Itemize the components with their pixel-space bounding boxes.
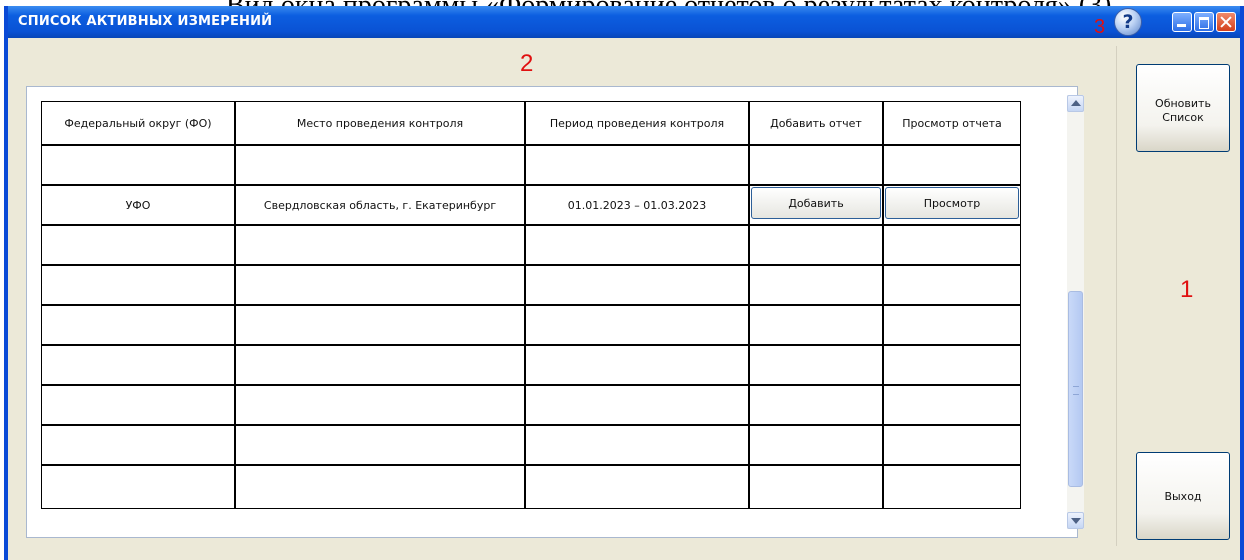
table-cell-empty [41, 425, 235, 465]
add-report-button[interactable]: Добавить [751, 187, 881, 219]
cell-period: 01.01.2023 – 01.03.2023 [525, 185, 749, 225]
column-header-place: Место проведения контроля [235, 101, 525, 145]
table-cell-empty [883, 305, 1021, 345]
column-header-period: Период проведения контроля [525, 101, 749, 145]
cell-add-report: Добавить [749, 185, 883, 225]
table-cell-empty [525, 425, 749, 465]
table-cell-empty [749, 345, 883, 385]
column-header-view-report: Просмотр отчета [883, 101, 1021, 145]
help-icon[interactable]: ? [1114, 8, 1142, 36]
table-cell-empty [235, 425, 525, 465]
column-header-district: Федеральный округ (ФО) [41, 101, 235, 145]
minimize-button[interactable] [1172, 12, 1192, 32]
table-cell-empty [41, 345, 235, 385]
table-cell-empty [749, 265, 883, 305]
table-cell-empty [883, 425, 1021, 465]
scroll-up-arrow-icon[interactable] [1067, 95, 1084, 112]
column-header-add-report: Добавить отчет [749, 101, 883, 145]
cell-place: Свердловская область, г. Екатеринбург [235, 185, 525, 225]
app-window: СПИСОК АКТИВНЫХ ИЗМЕРЕНИЙ ? 3 2 1 Федера… [4, 6, 1244, 560]
table-cell-empty [749, 465, 883, 509]
table-cell-empty [525, 385, 749, 425]
table-cell-empty [41, 145, 235, 185]
cell-view-report: Просмотр [883, 185, 1021, 225]
marker-one: 1 [1180, 276, 1194, 303]
table-cell-empty [235, 265, 525, 305]
table-cell-empty [749, 225, 883, 265]
table-cell-empty [883, 225, 1021, 265]
table-cell-empty [749, 145, 883, 185]
view-report-button[interactable]: Просмотр [885, 187, 1019, 219]
table-cell-empty [235, 465, 525, 509]
scroll-thumb[interactable] [1068, 291, 1083, 487]
table-cell-empty [749, 425, 883, 465]
maximize-button[interactable] [1194, 12, 1214, 32]
window-title: СПИСОК АКТИВНЫХ ИЗМЕРЕНИЙ [18, 14, 273, 29]
table-cell-empty [883, 265, 1021, 305]
table-cell-empty [235, 305, 525, 345]
panel-divider [1116, 46, 1117, 546]
refresh-label-line1: Обновить [1155, 97, 1211, 110]
table-cell-empty [235, 345, 525, 385]
scroll-down-arrow-icon[interactable] [1067, 512, 1084, 529]
table-cell-empty [41, 465, 235, 509]
table-cell-empty [235, 145, 525, 185]
table-cell-empty [525, 225, 749, 265]
table-cell-empty [235, 385, 525, 425]
exit-button[interactable]: Выход [1136, 452, 1230, 540]
cell-district: УФО [41, 185, 235, 225]
title-bar[interactable]: СПИСОК АКТИВНЫХ ИЗМЕРЕНИЙ ? [8, 6, 1240, 38]
table-cell-empty [41, 225, 235, 265]
table-cell-empty [41, 265, 235, 305]
table-cell-empty [749, 385, 883, 425]
table-cell-empty [41, 385, 235, 425]
table-cell-empty [525, 265, 749, 305]
table-cell-empty [235, 225, 525, 265]
table-cell-empty [883, 145, 1021, 185]
table-cell-empty [525, 465, 749, 509]
refresh-list-button[interactable]: Обновить Список [1136, 64, 1230, 152]
table-cell-empty [525, 345, 749, 385]
table-cell-empty [883, 385, 1021, 425]
table-cell-empty [41, 305, 235, 345]
table-cell-empty [525, 305, 749, 345]
refresh-label-line2: Список [1162, 111, 1204, 124]
marker-three: 3 [1094, 16, 1106, 38]
marker-two: 2 [520, 50, 534, 77]
table-cell-empty [525, 145, 749, 185]
close-button[interactable] [1216, 12, 1236, 32]
table-cell-empty [883, 465, 1021, 509]
table-cell-empty [883, 345, 1021, 385]
vertical-scrollbar[interactable] [1067, 95, 1084, 529]
table-cell-empty [749, 305, 883, 345]
measurements-table-frame: Федеральный округ (ФО) Место проведения к… [26, 86, 1084, 538]
